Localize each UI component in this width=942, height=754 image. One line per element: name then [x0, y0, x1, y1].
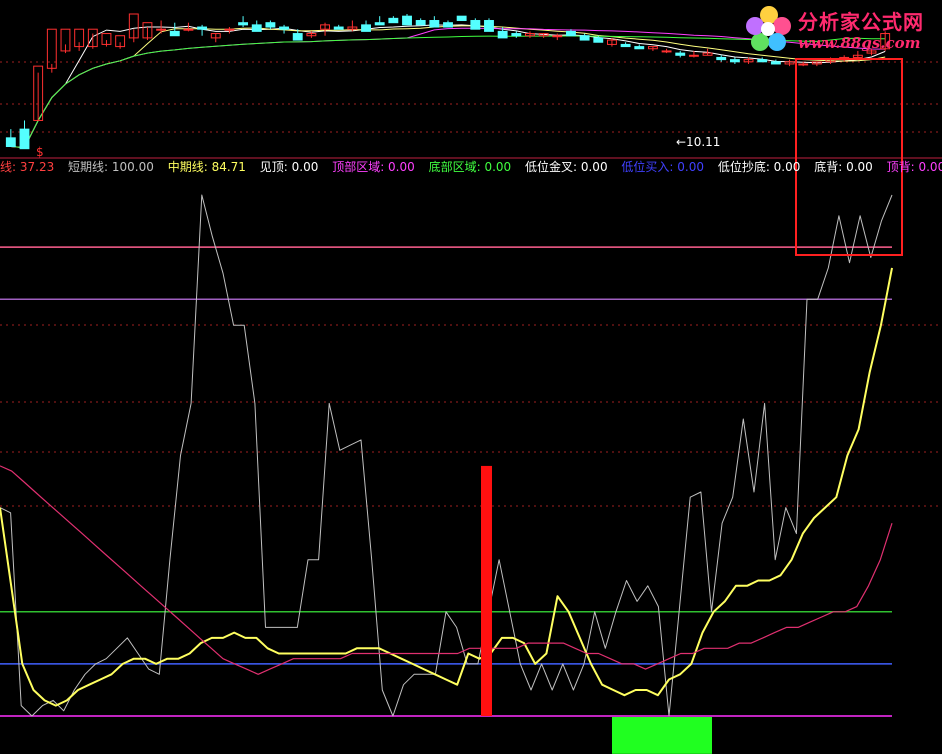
buy-signal-bar — [481, 465, 492, 716]
candle-body — [415, 20, 426, 26]
legend-item: 见顶: 0.00 — [259, 160, 319, 174]
candle-body — [675, 52, 686, 56]
candle-body — [579, 35, 590, 41]
logo-title: 分析家公式网 — [798, 10, 924, 34]
site-logo[interactable]: 分析家公式网 www.88gs.com — [742, 2, 938, 58]
candle-body — [470, 20, 481, 30]
logo-url: www.88gs.com — [798, 34, 921, 52]
candle-body — [511, 33, 522, 37]
candle-body — [484, 20, 494, 32]
candle-body — [634, 46, 645, 50]
candle-body — [688, 54, 699, 57]
candle-body — [620, 43, 631, 48]
candle-body — [388, 17, 399, 24]
candle-body — [566, 30, 576, 37]
oscillator-panel — [0, 194, 942, 754]
candle-body — [251, 24, 262, 32]
candle-body — [729, 59, 740, 63]
legend-item: 顶背: 0.00 — [886, 160, 942, 174]
candle-body — [361, 24, 371, 32]
candle-body — [5, 137, 16, 148]
legend-item: 短期线: 100.00 — [68, 160, 154, 174]
oscillator-series-line — [0, 465, 893, 675]
legend-item: 低位买入: 0.00 — [621, 160, 704, 174]
candle-body — [593, 37, 604, 43]
candle-body — [156, 28, 167, 31]
candle-body — [497, 30, 508, 39]
candle-body — [661, 50, 672, 53]
legend-item: 中期线: 84.71 — [167, 160, 246, 174]
candle-body — [716, 56, 727, 61]
legend-item: 低位金叉: 0.00 — [525, 160, 608, 174]
legend-item: 低位抄底: 0.00 — [717, 160, 801, 174]
low-price-label: ←10.11 — [676, 135, 720, 149]
candle-body — [552, 35, 563, 38]
candle-body — [798, 63, 809, 66]
candle-body — [279, 26, 290, 30]
candle-body — [402, 15, 412, 26]
candle-body — [443, 22, 453, 28]
indicator-legend: 线: 37.23 短期线: 100.00 中期线: 84.71 见顶: 0.00… — [0, 158, 942, 176]
flower-logo-icon — [746, 6, 791, 51]
candle-body — [169, 30, 180, 37]
legend-item: 底背: 0.00 — [814, 160, 873, 174]
price-marker: $ — [36, 145, 44, 159]
indicator-chart: $ ←10.11 — [0, 13, 942, 754]
highlight-box — [795, 58, 903, 256]
legend-item: 顶部区域: 0.00 — [332, 160, 415, 174]
candle-body — [183, 28, 194, 31]
candle-body — [333, 26, 344, 30]
candle-body — [197, 26, 208, 30]
candle-body — [757, 59, 768, 63]
candle-body — [456, 15, 467, 22]
candle-body — [429, 20, 440, 28]
oscillator-series-line — [0, 194, 893, 717]
legend-item: 底部区域: 0.00 — [428, 160, 512, 174]
bottom-zone-bar — [612, 717, 712, 754]
candle-body — [224, 28, 235, 31]
candle-body — [770, 61, 781, 65]
legend-item: 线: 37.23 — [0, 160, 55, 174]
candle-body — [292, 33, 303, 41]
candle-body — [238, 22, 249, 26]
candle-body — [19, 128, 30, 150]
candle-body — [265, 22, 276, 28]
candle-body — [374, 22, 385, 26]
